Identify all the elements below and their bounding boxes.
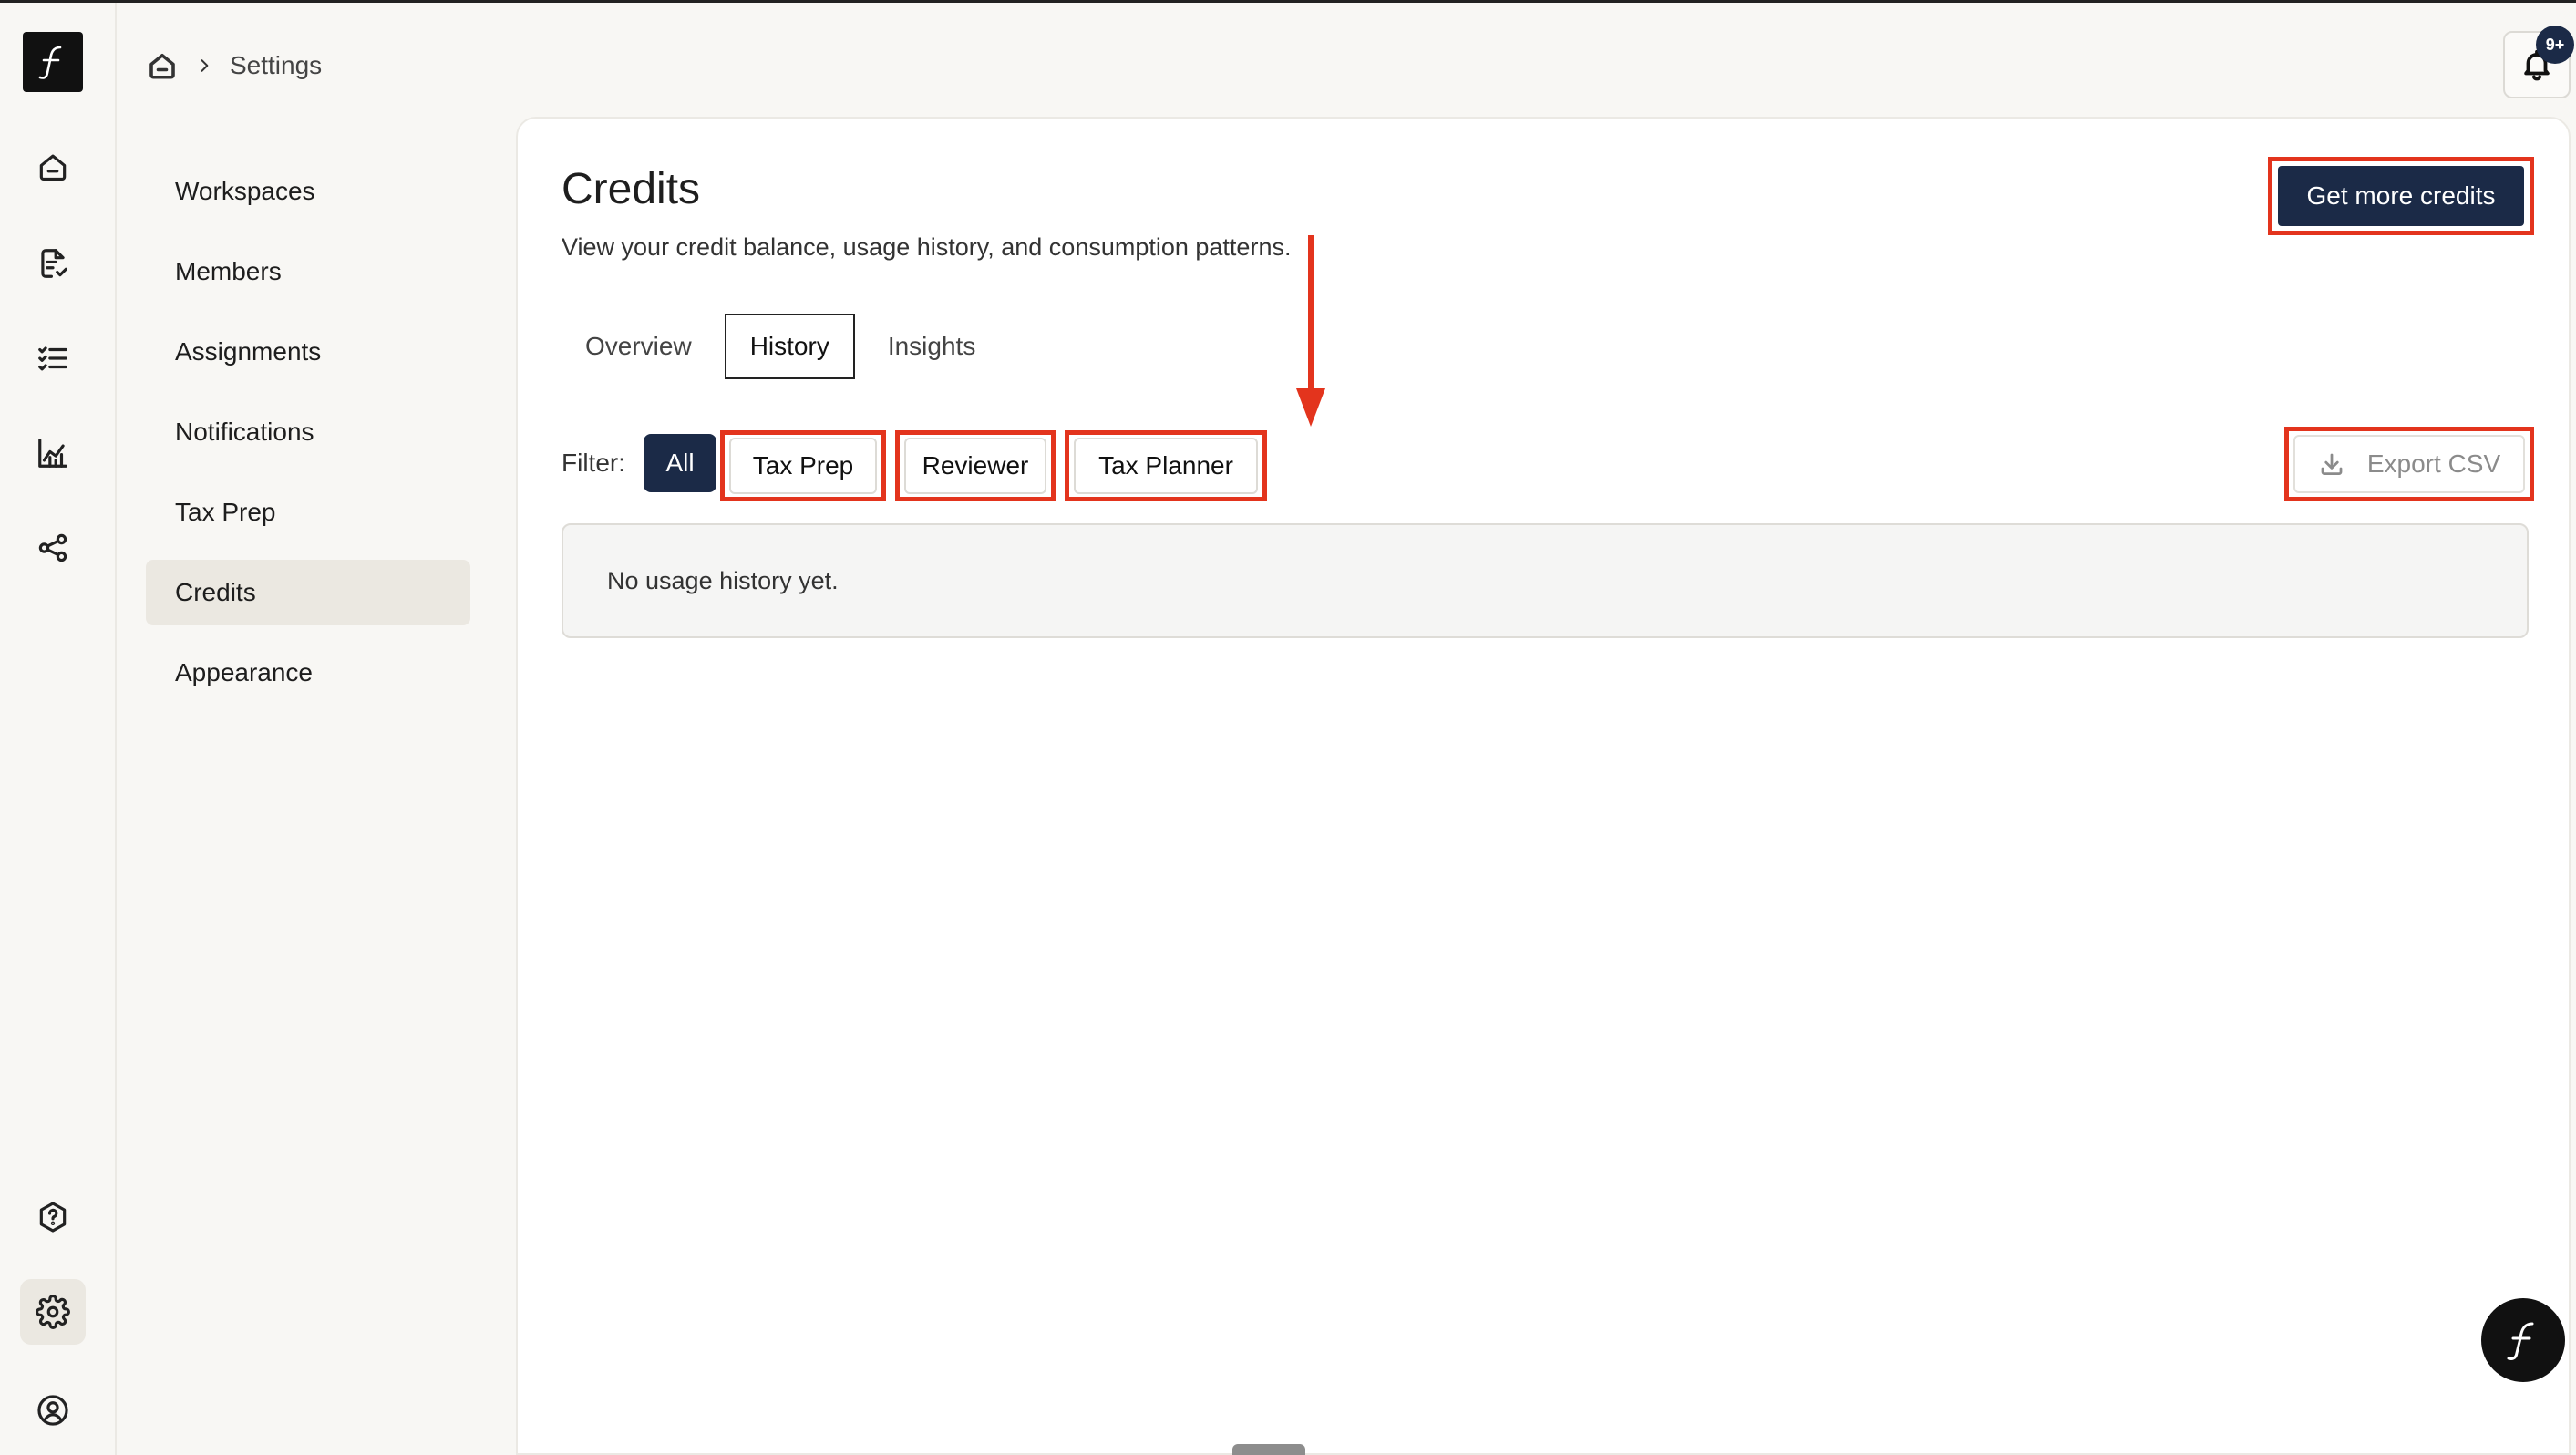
chart-icon [38,439,67,468]
nav-home[interactable] [20,134,86,200]
annotation-highlight: Reviewer [895,430,1056,501]
notifications-badge: 9+ [2536,26,2574,64]
nav-analytics[interactable] [20,420,86,486]
chevron-right-icon [201,59,209,72]
home-icon [39,154,67,181]
nav-settings[interactable] [20,1279,86,1345]
nav-integrations[interactable] [20,515,86,581]
annotation-highlight: Get more credits [2268,157,2534,235]
page-title: Credits [562,165,701,213]
filter-tax-prep-chip[interactable]: Tax Prep [729,438,877,494]
tabs: Overview History Insights [562,314,999,379]
filter-reviewer-chip[interactable]: Reviewer [904,438,1046,494]
breadcrumb-current: Settings [230,51,323,79]
get-more-credits-button[interactable]: Get more credits [2278,166,2524,226]
credits-panel: Credits View your credit balance, usage … [516,117,2571,1455]
brand-logo[interactable] [23,32,83,92]
settings-nav-appearance[interactable]: Appearance [146,640,470,706]
settings-nav-workspaces[interactable]: Workspaces [146,159,470,224]
filter-all-chip[interactable]: All [644,434,716,492]
document-check-icon [41,249,67,278]
breadcrumb: Settings [146,46,322,86]
export-csv-button[interactable]: Export CSV [2293,435,2525,493]
brand-f-icon [2507,1322,2534,1360]
nav-help[interactable] [20,1184,86,1250]
page-subtitle: View your credit balance, usage history,… [562,233,1292,261]
settings-nav-assignments[interactable]: Assignments [146,319,470,385]
settings-nav-tax-prep[interactable]: Tax Prep [146,480,470,545]
tab-history[interactable]: History [724,314,855,379]
annotation-highlight: Tax Planner [1065,430,1267,501]
nav-account[interactable] [20,1378,86,1443]
settings-nav-members[interactable]: Members [146,239,470,304]
annotation-arrow [1296,235,1325,427]
settings-nav-credits[interactable]: Credits [146,560,470,625]
tab-insights[interactable]: Insights [864,314,1000,379]
tab-overview[interactable]: Overview [562,314,716,379]
settings-nav-notifications[interactable]: Notifications [146,399,470,465]
history-empty-state: No usage history yet. [562,523,2529,638]
resize-handle[interactable] [1232,1444,1305,1455]
share-icon [38,533,67,562]
settings-icon [36,1295,70,1329]
top-border [0,0,2576,3]
home-icon[interactable] [146,49,179,82]
settings-nav: Workspaces Members Assignments Notificat… [146,159,470,720]
nav-documents[interactable] [20,231,86,296]
checklist-icon [38,346,67,371]
assistant-button[interactable] [2481,1298,2565,1382]
icon-rail [0,3,117,1455]
filter-tax-planner-chip[interactable]: Tax Planner [1074,438,1258,494]
filter-label: Filter: [562,449,625,477]
account-icon [37,1395,68,1426]
annotation-highlight: Tax Prep [720,430,886,501]
help-icon [39,1202,67,1233]
export-csv-label: Export CSV [2366,449,2501,478]
brand-f-icon [38,46,62,79]
download-icon [2321,453,2343,475]
nav-tasks[interactable] [20,325,86,391]
annotation-highlight: Export CSV [2284,427,2534,501]
